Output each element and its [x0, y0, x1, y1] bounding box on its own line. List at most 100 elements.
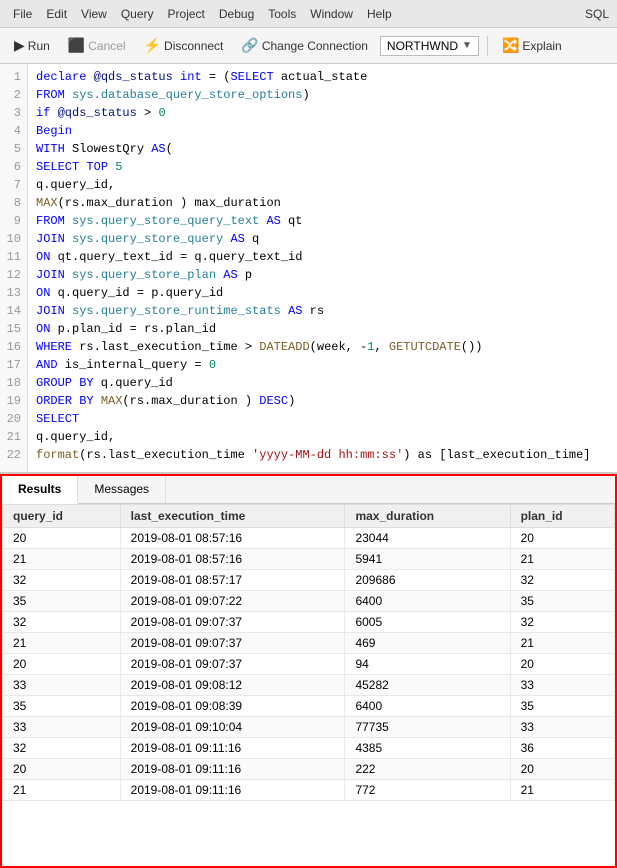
table-row[interactable]: 212019-08-01 08:57:16594121: [3, 549, 615, 570]
cancel-icon: ⬛: [68, 37, 85, 54]
results-table-wrap[interactable]: query_idlast_execution_timemax_durationp…: [2, 504, 615, 801]
table-body: 202019-08-01 08:57:162304420212019-08-01…: [3, 528, 615, 801]
table-row[interactable]: 322019-08-01 09:07:37600532: [3, 612, 615, 633]
tab-results[interactable]: Results: [2, 476, 78, 504]
table-cell: 21: [510, 633, 614, 654]
table-cell: 469: [345, 633, 510, 654]
table-cell: 20: [510, 528, 614, 549]
run-button[interactable]: ▶ Run: [8, 34, 56, 57]
table-cell: 20: [3, 654, 121, 675]
table-cell: 2019-08-01 09:07:37: [120, 654, 345, 675]
table-cell: 32: [510, 612, 614, 633]
table-header-cell: max_duration: [345, 505, 510, 528]
menu-bar: File Edit View Query Project Debug Tools…: [8, 5, 397, 23]
menu-item-debug[interactable]: Debug: [214, 5, 259, 23]
table-cell: 32: [510, 570, 614, 591]
table-cell: 35: [510, 591, 614, 612]
code-content[interactable]: declare @qds_status int = (SELECT actual…: [28, 64, 617, 472]
table-cell: 33: [3, 675, 121, 696]
table-cell: 21: [3, 633, 121, 654]
connection-name: NORTHWND: [387, 39, 458, 53]
table-cell: 5941: [345, 549, 510, 570]
connection-dropdown[interactable]: NORTHWND ▼: [380, 36, 479, 56]
disconnect-button[interactable]: ⚡ Disconnect: [138, 34, 230, 57]
change-connection-label: Change Connection: [262, 39, 368, 53]
table-cell: 6005: [345, 612, 510, 633]
table-cell: 2019-08-01 08:57:17: [120, 570, 345, 591]
table-cell: 21: [3, 780, 121, 801]
table-cell: 4385: [345, 738, 510, 759]
table-cell: 32: [3, 570, 121, 591]
table-header-cell: last_execution_time: [120, 505, 345, 528]
table-row[interactable]: 202019-08-01 08:57:162304420: [3, 528, 615, 549]
title-bar: File Edit View Query Project Debug Tools…: [0, 0, 617, 28]
table-cell: 2019-08-01 09:08:12: [120, 675, 345, 696]
table-header: query_idlast_execution_timemax_durationp…: [3, 505, 615, 528]
main-content: 12345678910111213141516171819202122 decl…: [0, 64, 617, 868]
toolbar: ▶ Run ⬛ Cancel ⚡ Disconnect 🔗 Change Con…: [0, 28, 617, 64]
disconnect-label: Disconnect: [164, 39, 223, 53]
table-cell: 2019-08-01 08:57:16: [120, 549, 345, 570]
table-row[interactable]: 332019-08-01 09:10:047773533: [3, 717, 615, 738]
table-row[interactable]: 352019-08-01 09:08:39640035: [3, 696, 615, 717]
title-bar-label: SQL: [585, 7, 609, 21]
table-cell: 21: [510, 780, 614, 801]
table-row[interactable]: 202019-08-01 09:11:1622220: [3, 759, 615, 780]
table-cell: 21: [510, 549, 614, 570]
change-connection-button[interactable]: 🔗 Change Connection: [235, 34, 374, 57]
table-cell: 2019-08-01 09:10:04: [120, 717, 345, 738]
table-cell: 32: [3, 612, 121, 633]
run-label: Run: [28, 39, 50, 53]
table-cell: 2019-08-01 09:08:39: [120, 696, 345, 717]
table-row[interactable]: 322019-08-01 08:57:1720968632: [3, 570, 615, 591]
table-cell: 209686: [345, 570, 510, 591]
table-row[interactable]: 322019-08-01 09:11:16438536: [3, 738, 615, 759]
table-cell: 94: [345, 654, 510, 675]
run-icon: ▶: [14, 37, 25, 54]
menu-item-file[interactable]: File: [8, 5, 37, 23]
table-row[interactable]: 332019-08-01 09:08:124528233: [3, 675, 615, 696]
table-cell: 20: [3, 759, 121, 780]
change-connection-icon: 🔗: [241, 37, 258, 54]
explain-icon: 🔀: [502, 37, 519, 54]
menu-item-tools[interactable]: Tools: [263, 5, 301, 23]
disconnect-icon: ⚡: [144, 37, 161, 54]
table-cell: 2019-08-01 08:57:16: [120, 528, 345, 549]
toolbar-separator: [487, 36, 488, 56]
menu-item-query[interactable]: Query: [116, 5, 159, 23]
table-cell: 23044: [345, 528, 510, 549]
cancel-label: Cancel: [88, 39, 125, 53]
tab-messages[interactable]: Messages: [78, 476, 166, 503]
explain-button[interactable]: 🔀 Explain: [496, 34, 568, 57]
table-cell: 32: [3, 738, 121, 759]
table-cell: 33: [510, 717, 614, 738]
results-tabs: Results Messages: [2, 476, 615, 504]
line-numbers: 12345678910111213141516171819202122: [0, 64, 28, 472]
table-cell: 35: [3, 591, 121, 612]
menu-item-help[interactable]: Help: [362, 5, 397, 23]
menu-item-edit[interactable]: Edit: [41, 5, 72, 23]
menu-item-project[interactable]: Project: [163, 5, 210, 23]
menu-item-window[interactable]: Window: [305, 5, 358, 23]
table-cell: 6400: [345, 591, 510, 612]
table-row[interactable]: 212019-08-01 09:11:1677221: [3, 780, 615, 801]
table-cell: 33: [510, 675, 614, 696]
code-editor[interactable]: 12345678910111213141516171819202122 decl…: [0, 64, 617, 474]
table-row[interactable]: 352019-08-01 09:07:22640035: [3, 591, 615, 612]
menu-item-view[interactable]: View: [76, 5, 112, 23]
results-table: query_idlast_execution_timemax_durationp…: [2, 504, 615, 801]
table-cell: 33: [3, 717, 121, 738]
table-cell: 222: [345, 759, 510, 780]
table-header-cell: plan_id: [510, 505, 614, 528]
table-cell: 2019-08-01 09:11:16: [120, 738, 345, 759]
cancel-button[interactable]: ⬛ Cancel: [62, 34, 132, 57]
table-cell: 35: [510, 696, 614, 717]
table-cell: 2019-08-01 09:07:22: [120, 591, 345, 612]
table-row[interactable]: 212019-08-01 09:07:3746921: [3, 633, 615, 654]
table-cell: 6400: [345, 696, 510, 717]
table-cell: 20: [510, 654, 614, 675]
dropdown-arrow-icon: ▼: [462, 40, 472, 51]
table-cell: 772: [345, 780, 510, 801]
table-cell: 2019-08-01 09:07:37: [120, 633, 345, 654]
table-row[interactable]: 202019-08-01 09:07:379420: [3, 654, 615, 675]
